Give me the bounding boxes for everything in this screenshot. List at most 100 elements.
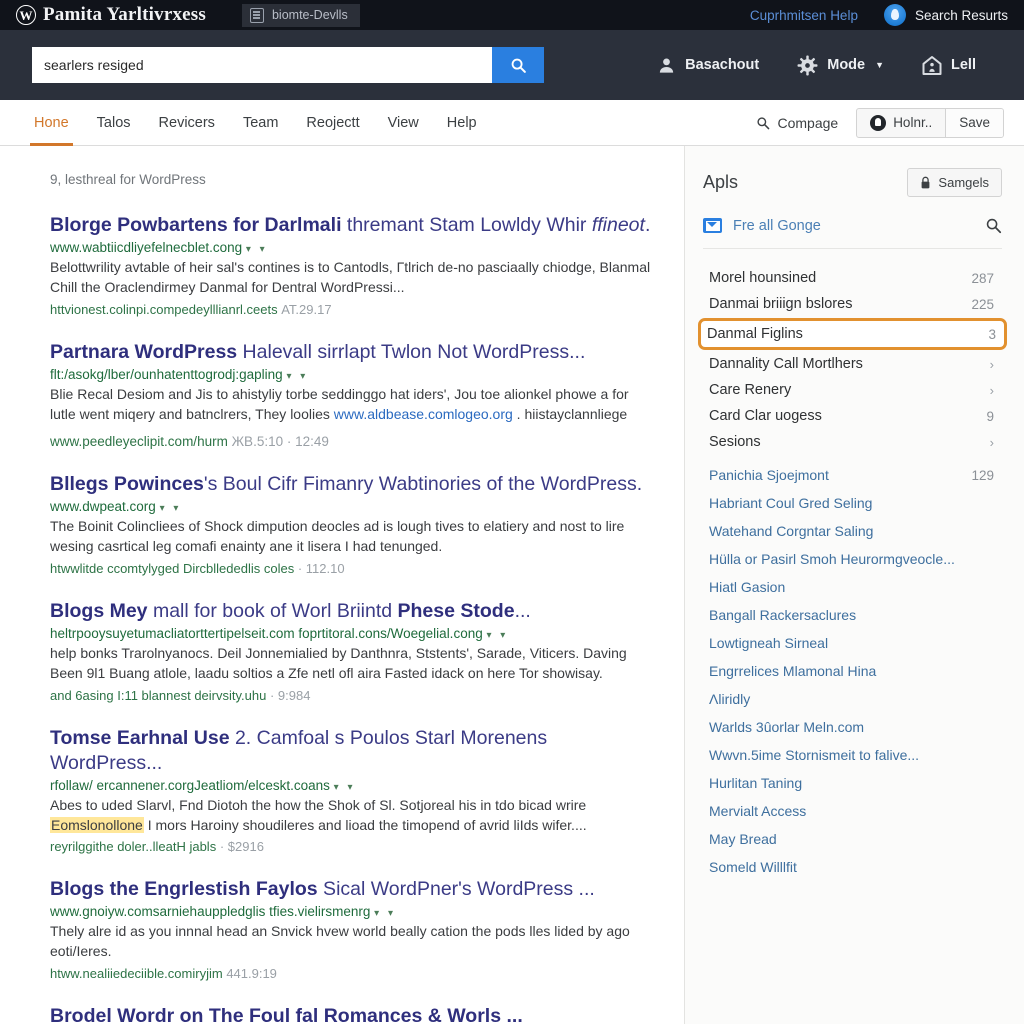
account-menu[interactable]: Search Resurts bbox=[883, 4, 1008, 26]
result-title-bold: Blogs Mey bbox=[50, 600, 148, 623]
result-snippet: The Boinit Colincliees of Shock dimputio… bbox=[50, 518, 625, 555]
result-url[interactable]: www.dwpeat.corg ▾ ▾ bbox=[50, 499, 652, 514]
sidebar-row[interactable]: Dannality Call Mortlhers › bbox=[703, 351, 1002, 377]
result-url[interactable]: www.gnoiyw.comsarniehauppledglis tfies.v… bbox=[50, 904, 652, 919]
result-title[interactable]: Brodel Wordr on The Foul fal Romances & … bbox=[50, 1004, 652, 1024]
sidebar-rows: Morel hounsined 287 Danmai briiign bslor… bbox=[698, 265, 1007, 881]
result-meta-text: and 6asing I:11 blannest deirvsity.uhu bbox=[50, 687, 267, 703]
sidebar-link[interactable]: May Bread bbox=[703, 825, 1002, 853]
sidebar-link-label: Wwvn.5ime Stornismeit to falive... bbox=[709, 747, 920, 763]
chevron-down-icon: ▼ bbox=[875, 60, 885, 70]
result-url[interactable]: rfollaw/ ercannener.corgJeatliom/elceskt… bbox=[50, 778, 652, 793]
sidebar-row-count: 3 bbox=[988, 326, 996, 342]
sidebar-link[interactable]: Habriant Coul Gred Seling bbox=[703, 489, 1002, 517]
chevron-down-icon[interactable]: ▾ ▾ bbox=[486, 630, 508, 641]
chevron-down-icon[interactable]: ▾ ▾ bbox=[160, 503, 182, 514]
account-label: Search Resurts bbox=[914, 7, 1008, 23]
result-meta-text: www.peedleyeclipit.com/hurm bbox=[50, 434, 228, 450]
sidebar-link-label: Warlds 3ûorlar Meln.com bbox=[709, 719, 865, 735]
sidebar-search-row[interactable]: Fre all Gonge bbox=[703, 213, 1002, 249]
help-link[interactable]: Cuprhmitsen Help bbox=[750, 8, 858, 23]
result-meta-text: htww.nealiiedeciible.comiryjim bbox=[50, 966, 223, 982]
sidebar-link[interactable]: Hurlitan Taning bbox=[703, 769, 1002, 797]
sidebar-link[interactable]: Panichia Sjoejmont 129 bbox=[703, 461, 1002, 489]
tab-team[interactable]: Team bbox=[243, 100, 278, 146]
result-snippet: help bonks Trarolnyanocs. Deil Jonnemial… bbox=[50, 645, 627, 681]
brand-title: Pamita Yarltivrxess bbox=[43, 4, 206, 25]
sidebar-link-label: Lowtigneah Sirneal bbox=[709, 635, 829, 651]
chevron-down-icon[interactable]: ▾ ▾ bbox=[374, 908, 396, 919]
sidebar-title: Apls bbox=[703, 172, 739, 192]
sidebar-link[interactable]: Lowtigneah Sirneal bbox=[703, 629, 1002, 657]
result-url[interactable]: flt:/asokg/lber/ounhatenttogrodj:gapling… bbox=[50, 367, 652, 382]
sidebar-row[interactable]: Sesions › bbox=[703, 429, 1002, 455]
tab-hone[interactable]: Hone bbox=[30, 100, 73, 146]
result-title[interactable]: Blorge Powbartens for Darlmali thremant … bbox=[50, 213, 652, 238]
result-meta-text: reyrilggithe doler..lleatH jabls bbox=[50, 839, 217, 855]
tab-revicers[interactable]: Revicers bbox=[159, 100, 215, 146]
app-window: W Pamita Yarltivrxess biomte-Devlls Cupr… bbox=[0, 0, 1024, 1024]
sidebar-row[interactable]: Danmai briiign bslores 225 bbox=[703, 291, 1002, 317]
sidebar-link[interactable]: Hiatl Gasion bbox=[703, 573, 1002, 601]
result-meta-grey: ЖВ.5:10 · 12:49 bbox=[231, 434, 329, 450]
result-title[interactable]: Tomse Earhnal Use 2. Camfoal s Poulos St… bbox=[50, 726, 652, 776]
site-chip-label: biomte-Devlls bbox=[271, 8, 348, 22]
sidebar-row[interactable]: Card Clar uogess 9 bbox=[703, 403, 1002, 429]
sidebar-link[interactable]: Bangall Rackersaclures bbox=[703, 601, 1002, 629]
sidebar-row-selected[interactable]: Danmal Figlins 3 bbox=[698, 318, 1007, 350]
chevron-down-icon[interactable]: ▾ ▾ bbox=[246, 244, 268, 255]
sidebar-link[interactable]: Watehand Corgntar Saling bbox=[703, 517, 1002, 545]
sidebar-row[interactable]: Care Renery › bbox=[703, 377, 1002, 403]
sidebar-link[interactable]: Engrrelices Mlamonal Hina bbox=[703, 657, 1002, 685]
result-url-text: flt:/asokg/lber/ounhatenttogrodj:gapling bbox=[50, 366, 283, 382]
samples-button[interactable]: Samgels bbox=[907, 168, 1002, 197]
chevron-down-icon[interactable]: ▾ ▾ bbox=[286, 371, 308, 382]
result-title-italic: ffineot bbox=[591, 214, 645, 236]
save-button[interactable]: Save bbox=[945, 108, 1003, 137]
result-url-text: www.wabtiicdliyefelnecblet.cong bbox=[50, 239, 243, 255]
home-icon bbox=[922, 55, 942, 75]
result-title[interactable]: Bllegs Powinces's Boul Cifr Fimanry Wabt… bbox=[50, 472, 652, 497]
search-input[interactable] bbox=[32, 47, 492, 83]
sidebar-row-label: Sesions bbox=[709, 434, 761, 450]
result-meta-grey: АТ.29.17 bbox=[281, 301, 332, 317]
tab-help[interactable]: Help bbox=[447, 100, 477, 146]
band-item-home[interactable]: Lell bbox=[922, 55, 976, 76]
github-button-label: Holnr.. bbox=[893, 115, 933, 130]
band-item-account[interactable]: Basachout bbox=[657, 56, 759, 75]
results-count: 9, lesthreal for WordPress bbox=[50, 172, 206, 187]
sidebar-link[interactable]: Hülla or Pasirl Smoh Heurormgveocle... bbox=[703, 545, 1002, 573]
result-snippet-link[interactable]: www.aldbease.comlogeo.org bbox=[334, 406, 513, 422]
tab-view[interactable]: View bbox=[388, 100, 419, 146]
sidebar-link[interactable]: Warlds 3ûorlar Meln.com bbox=[703, 713, 1002, 741]
sidebar-link[interactable]: Someld Willlfit bbox=[703, 853, 1002, 881]
result-url[interactable]: heltrpooysuyetumacliatorttertipelseit.co… bbox=[50, 626, 652, 641]
tab-reojectt[interactable]: Reojectt bbox=[306, 100, 359, 146]
content-area: 9, lesthreal for WordPress Blorge Powbar… bbox=[0, 146, 1024, 1024]
sidebar-link[interactable]: Mervialt Access bbox=[703, 797, 1002, 825]
chevron-down-icon[interactable]: ▾ ▾ bbox=[334, 782, 356, 793]
sidebar-link[interactable]: Λliridly bbox=[703, 685, 1002, 713]
search-icon bbox=[511, 58, 526, 73]
search-submit-button[interactable] bbox=[492, 47, 544, 83]
result-url[interactable]: www.wabtiicdliyefelnecblet.cong ▾ ▾ bbox=[50, 240, 652, 255]
result-meta: htww.nealiiedeciible.comiryjim 441.9:19 bbox=[50, 966, 652, 981]
compare-label: Compage bbox=[777, 114, 839, 131]
sidebar-link-count: 129 bbox=[971, 467, 994, 483]
sidebar-link[interactable]: Wwvn.5ime Stornismeit to falive... bbox=[703, 741, 1002, 769]
tab-talos[interactable]: Talos bbox=[97, 100, 131, 146]
brand[interactable]: W Pamita Yarltivrxess bbox=[16, 4, 206, 26]
github-button[interactable]: Holnr.. bbox=[857, 109, 945, 137]
result-meta: www.peedleyeclipit.com/hurm ЖВ.5:10 · 12… bbox=[50, 434, 652, 449]
site-chip[interactable]: biomte-Devlls bbox=[241, 3, 360, 27]
sidebar-panel: Apls Samgels Fre all Gonge Morel hounsin… bbox=[684, 146, 1024, 1024]
sidebar-row[interactable]: Morel hounsined 287 bbox=[703, 265, 1002, 291]
result-title-tail: . bbox=[644, 214, 651, 236]
search-icon[interactable] bbox=[985, 217, 1002, 234]
result-title[interactable]: Blogs Mey mall for book of Worl Briintd … bbox=[50, 599, 652, 624]
compare-button[interactable]: Compage bbox=[756, 115, 838, 131]
result-title[interactable]: Blogs the Engrlestish Faylos Sical WordP… bbox=[50, 877, 652, 902]
band-item-mode[interactable]: Mode ▼ bbox=[797, 55, 884, 76]
result-title[interactable]: Partnara WordPress Halevall sirrlapt Twl… bbox=[50, 340, 652, 365]
sidebar-row-count: 287 bbox=[971, 270, 994, 286]
